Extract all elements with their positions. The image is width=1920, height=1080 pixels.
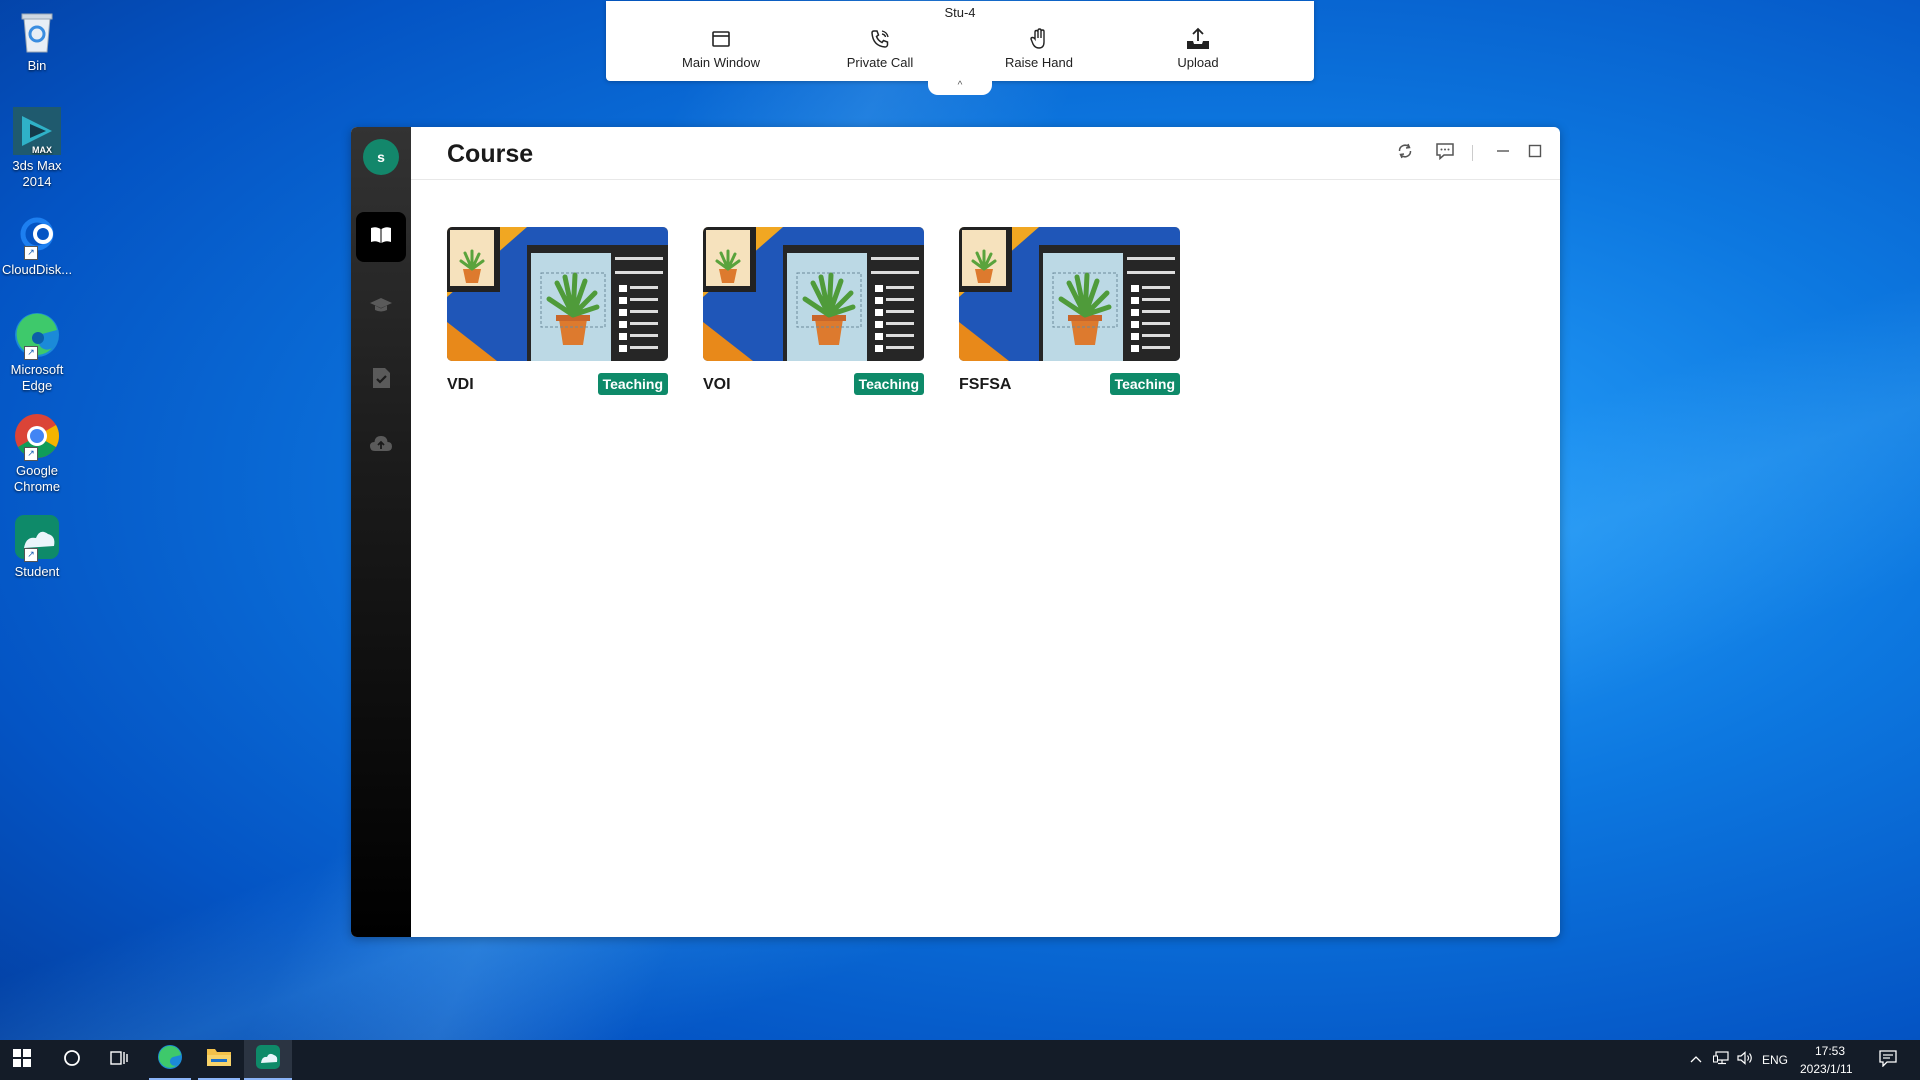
chrome-icon: ↗ bbox=[12, 411, 62, 461]
course-thumbnail bbox=[959, 227, 1180, 361]
cloud-upload-icon bbox=[369, 433, 393, 458]
header-divider bbox=[1472, 145, 1473, 161]
minimize-button[interactable] bbox=[1491, 141, 1515, 165]
3ds-max-badge: MAX bbox=[32, 145, 52, 155]
main-window-button[interactable]: Main Window bbox=[656, 27, 786, 70]
hand-icon bbox=[974, 27, 1104, 51]
book-open-icon bbox=[369, 225, 393, 250]
sidebar-item-assignments[interactable] bbox=[356, 355, 406, 405]
course-card[interactable]: FSFSA Teaching bbox=[959, 227, 1180, 395]
message-button[interactable] bbox=[1433, 141, 1457, 165]
toolbar-title: Stu-4 bbox=[944, 5, 976, 20]
clock-date[interactable]: 2023/1/11 bbox=[1800, 1062, 1853, 1076]
student-app-icon: ↗ bbox=[12, 512, 62, 562]
sidebar-item-uploads[interactable] bbox=[356, 420, 406, 470]
shortcut-arrow-icon: ↗ bbox=[24, 548, 38, 562]
sidebar: s bbox=[351, 127, 411, 937]
recycle-bin-icon bbox=[12, 6, 62, 56]
refresh-button[interactable] bbox=[1393, 141, 1417, 165]
show-hidden-icons-button[interactable] bbox=[1686, 1040, 1706, 1080]
upload-label: Upload bbox=[1177, 55, 1219, 70]
course-name: VDI bbox=[447, 376, 474, 393]
phone-call-icon bbox=[815, 27, 945, 51]
shortcut-arrow-icon: ↗ bbox=[24, 447, 38, 461]
notification-icon bbox=[1879, 1049, 1897, 1072]
private-call-label: Private Call bbox=[846, 55, 914, 70]
checklist-icon bbox=[370, 366, 392, 395]
taskbar-student-app[interactable] bbox=[244, 1040, 292, 1080]
taskbar-file-explorer[interactable] bbox=[198, 1040, 240, 1080]
desktop-icon-label: Google Chrome bbox=[13, 463, 61, 494]
graduation-cap-icon bbox=[369, 295, 393, 320]
desktop-icon-label: Bin bbox=[27, 58, 47, 73]
page-title: Course bbox=[447, 140, 534, 168]
maximize-button[interactable] bbox=[1523, 141, 1547, 165]
search-circle-icon bbox=[63, 1049, 81, 1072]
private-call-button[interactable]: Private Call bbox=[815, 27, 945, 70]
desktop-icon-label: Student bbox=[14, 564, 60, 579]
desktop-icon-label: Microsoft Edge bbox=[10, 362, 64, 393]
desktop-icon-bin[interactable]: Bin bbox=[2, 6, 72, 74]
cloud-disk-icon: ↗ bbox=[12, 210, 62, 260]
shortcut-arrow-icon: ↗ bbox=[24, 346, 38, 360]
taskbar-edge[interactable] bbox=[149, 1040, 191, 1080]
toolbar-collapse-tab[interactable]: ^ bbox=[928, 81, 992, 95]
file-explorer-icon bbox=[206, 1046, 232, 1073]
course-card[interactable]: VDI Teaching bbox=[447, 227, 668, 395]
course-card[interactable]: VOI Teaching bbox=[703, 227, 924, 395]
chevron-up-icon: ^ bbox=[957, 80, 963, 91]
speaker-icon bbox=[1737, 1050, 1753, 1070]
chevron-up-icon bbox=[1690, 1051, 1702, 1069]
network-button[interactable] bbox=[1710, 1040, 1732, 1080]
desktop-icon-label: 3ds Max 2014 bbox=[12, 158, 62, 189]
upload-button[interactable]: Upload bbox=[1133, 27, 1263, 70]
course-name: FSFSA bbox=[959, 376, 1012, 393]
status-badge: Teaching bbox=[1109, 373, 1180, 395]
window-icon bbox=[656, 27, 786, 51]
sidebar-item-courses[interactable] bbox=[356, 212, 406, 262]
notification-center-button[interactable] bbox=[1870, 1040, 1906, 1080]
raise-hand-label: Raise Hand bbox=[1005, 55, 1073, 70]
search-button[interactable] bbox=[50, 1040, 94, 1080]
avatar[interactable]: s bbox=[363, 139, 399, 175]
edge-icon: ↗ bbox=[12, 310, 62, 360]
sidebar-item-classes[interactable] bbox=[356, 282, 406, 332]
student-app-window: s Course VDI Teaching VOI Teaching FSFSA… bbox=[351, 127, 1560, 937]
desktop-icon-chrome[interactable]: ↗ Google Chrome bbox=[2, 411, 72, 495]
upload-icon bbox=[1133, 27, 1263, 51]
desktop-icon-clouddisk[interactable]: ↗ CloudDisk... bbox=[2, 210, 72, 278]
desktop-icon-3ds-max[interactable]: MAX 3ds Max 2014 bbox=[2, 106, 72, 190]
minimize-icon bbox=[1496, 144, 1510, 163]
main-content: Course VDI Teaching VOI Teaching FSFSA T… bbox=[411, 127, 1560, 937]
course-thumbnail bbox=[447, 227, 668, 361]
refresh-icon bbox=[1396, 142, 1414, 165]
taskbar: ENG 17:53 2023/1/11 bbox=[0, 1040, 1920, 1080]
student-app-icon bbox=[255, 1044, 281, 1075]
message-icon bbox=[1435, 142, 1455, 165]
windows-start-icon bbox=[13, 1048, 31, 1072]
status-badge: Teaching bbox=[597, 373, 668, 395]
volume-button[interactable] bbox=[1734, 1040, 1756, 1080]
shortcut-arrow-icon: ↗ bbox=[24, 246, 38, 260]
main-window-label: Main Window bbox=[681, 55, 761, 70]
language-indicator[interactable]: ENG bbox=[1762, 1053, 1788, 1067]
page-header: Course bbox=[411, 127, 1560, 180]
raise-hand-button[interactable]: Raise Hand bbox=[974, 27, 1104, 70]
start-button[interactable] bbox=[0, 1040, 44, 1080]
desktop-icon-label: CloudDisk... bbox=[2, 262, 73, 277]
desktop-icon-edge[interactable]: ↗ Microsoft Edge bbox=[2, 310, 72, 394]
floating-toolbar: Stu-4 Main Window Private Call Raise Han… bbox=[606, 1, 1314, 81]
3ds-max-icon: MAX bbox=[12, 106, 62, 156]
clock-time[interactable]: 17:53 bbox=[1815, 1044, 1845, 1058]
maximize-icon bbox=[1528, 144, 1542, 163]
edge-icon bbox=[157, 1044, 183, 1075]
task-view-icon bbox=[110, 1049, 128, 1072]
network-icon bbox=[1713, 1050, 1729, 1070]
course-thumbnail bbox=[703, 227, 924, 361]
status-badge: Teaching bbox=[853, 373, 924, 395]
course-name: VOI bbox=[703, 376, 731, 393]
desktop-icon-student[interactable]: ↗ Student bbox=[2, 512, 72, 580]
task-view-button[interactable] bbox=[97, 1040, 141, 1080]
